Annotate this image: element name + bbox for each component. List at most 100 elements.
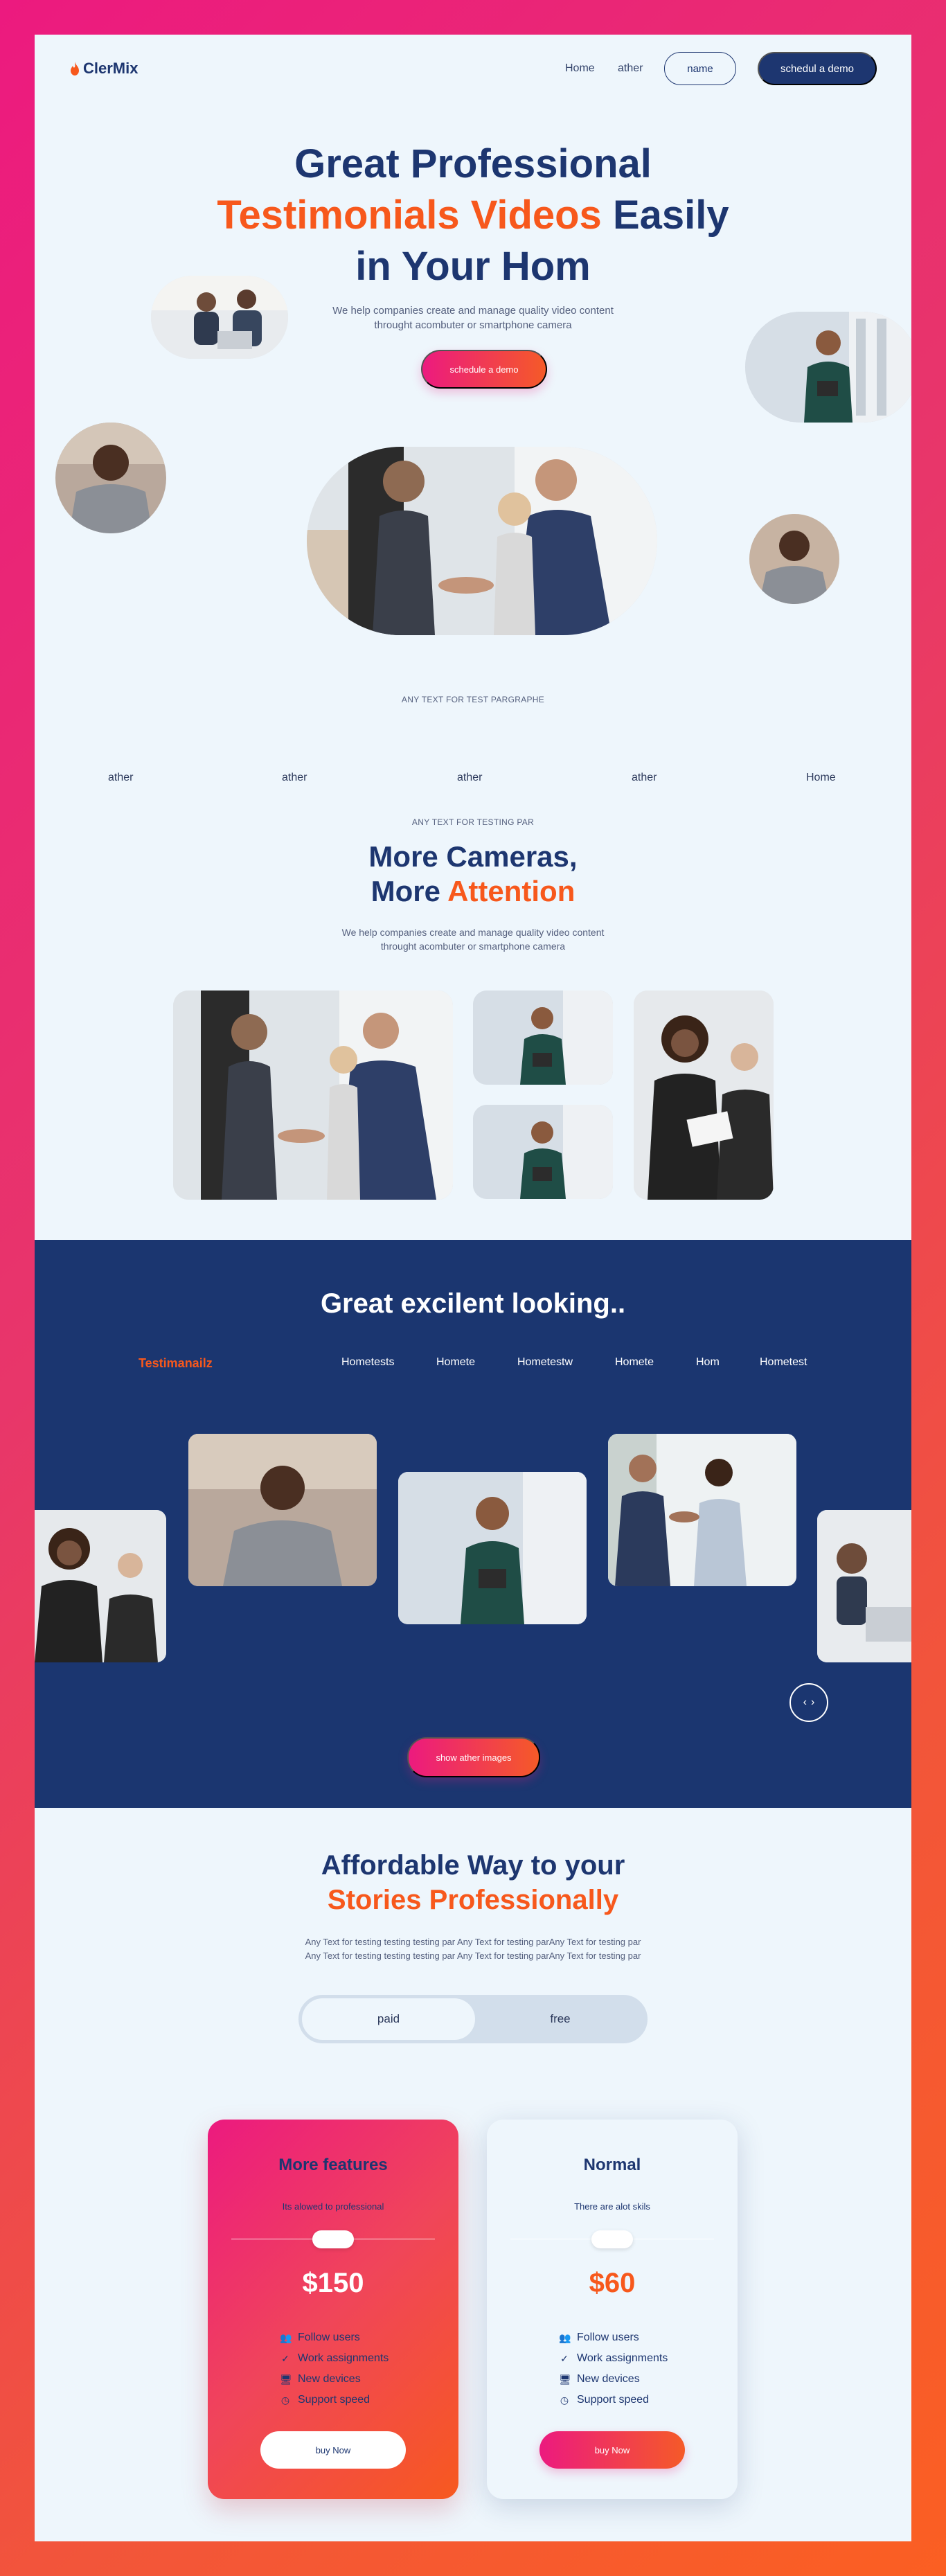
plan-price: $60 [589,2268,636,2298]
monitor-icon: 🖥 [280,2374,292,2385]
hero-title-accent: Testimonials Videos [217,193,602,238]
plan-note: There are alot skils [574,2201,650,2212]
plan-card-normal: Normal There are alot skils $60 👥 Follow … [487,2120,738,2499]
monitor-icon: 🖥 [559,2374,571,2385]
feature-label: Follow users [577,2331,639,2343]
photo-laptop-team [151,276,288,359]
hero-title-line2-rest: Easily [601,193,729,238]
plan-name: Normal [583,2156,641,2174]
testimonials-brand[interactable]: Testimanailz [139,1356,213,1371]
feature-row: 👥 Follow users [559,2327,668,2348]
plan-features: 👥 Follow users ✓ Work assignments 🖥 New dev… [559,2327,668,2410]
hero-caption: ANY TEXT FOR TEST PARGRAPHE [401,695,545,704]
carousel-nav[interactable]: ‹ › [789,1683,828,1722]
hero-subtitle-line1: We help companies create and manage qual… [332,305,614,317]
feature-row: 🖥 New devices [280,2369,389,2390]
plan-toggle[interactable]: paid free [298,1995,648,2043]
carousel-card-women[interactable] [35,1510,166,1662]
cameras-title: More Cameras, More Attention [265,840,681,909]
testimonials-section: Great excilent looking.. Testimanailz Ho… [35,1240,911,1808]
band-link-homete-2[interactable]: Homete [615,1356,654,1369]
hero-subtitle-line2: throught acombuter or smartphone camera [374,319,572,331]
band-link-hometest[interactable]: Hometest [760,1356,807,1369]
photo-handshake-hero [307,447,657,635]
check-icon: ✓ [281,2353,289,2364]
feature-row: 🖥 New devices [559,2369,668,2390]
feature-row: 👥 Follow users [280,2327,389,2348]
band-link-hometests[interactable]: Hometests [341,1356,394,1369]
photo-man-hoodie-left [55,423,166,533]
cameras-subtitle-line2: throught acombuter or smartphone camera [380,941,566,952]
clock-icon: ◷ [560,2395,569,2406]
page: ClerMix Home ather name schedul a demo G… [35,35,911,2541]
cameras-title-line2: More [371,875,448,907]
testimonials-title: Great excilent looking.. [320,1288,626,1319]
feature-label: Follow users [298,2331,360,2343]
toggle-free[interactable]: free [475,1998,645,2040]
carousel-card-laptop[interactable] [817,1510,911,1662]
feature-label: Work assignments [577,2352,668,2364]
name-button[interactable]: name [664,52,736,85]
chevron-left-icon[interactable]: ‹ [803,1696,807,1709]
toggle-paid[interactable]: paid [302,1998,475,2040]
plan-slider-knob[interactable] [591,2230,633,2248]
logo-text: ClerMix [83,60,139,77]
cameras-subtitle: We help companies create and manage qual… [300,925,646,953]
pricing-title: Affordable Way to your Stories Professio… [265,1848,681,1917]
buy-now-button[interactable]: buy Now [260,2431,406,2469]
carousel-card-man-tablet[interactable] [398,1472,587,1624]
plan-name: More features [278,2156,388,2174]
hero-subtitle: We help companies create and manage qual… [300,303,646,332]
hero-title-line3: in Your Hom [355,244,591,289]
pricing-subtitle-line1: Any Text for testing testing testing par… [305,1937,641,1947]
photo-man-hoodie-right [749,514,839,604]
tab-home[interactable]: Home [806,772,836,784]
feature-row: ◷ Support speed [280,2390,389,2410]
show-other-images-button[interactable]: show ather images [407,1737,540,1777]
schedule-demo-button[interactable]: schedul a demo [758,52,877,85]
pricing-title-line2: Stories Professionally [327,1885,619,1915]
band-link-homete-1[interactable]: Homete [436,1356,475,1369]
users-icon: 👥 [559,2332,571,2343]
plan-card-more-features: More features Its alowed to professional… [208,2120,458,2499]
photo-man-tablet-grid-2 [473,1105,613,1199]
hero-title-line1: Great Professional [294,141,652,186]
photo-handshake-grid [173,991,453,1200]
pricing-title-line1: Affordable Way to your [321,1850,625,1881]
tab-ather-4[interactable]: ather [632,772,657,784]
flame-icon [71,62,79,75]
logo[interactable]: ClerMix [69,60,138,78]
photo-women-documents [634,991,774,1200]
nav-home[interactable]: Home [565,62,595,75]
cameras-title-accent: Attention [447,875,575,907]
cameras-title-line1: More Cameras, [368,840,578,873]
buy-now-button[interactable]: buy Now [539,2431,685,2469]
plan-slider-knob[interactable] [312,2230,354,2248]
tab-ather-1[interactable]: ather [108,772,133,784]
pricing-subtitle-line2: Any Text for testing testing testing par… [305,1951,641,1961]
carousel-card-handshake[interactable] [608,1434,796,1586]
feature-row: ◷ Support speed [559,2390,668,2410]
tab-ather-2[interactable]: ather [282,772,307,784]
chevron-right-icon[interactable]: › [811,1696,814,1709]
feature-row: ✓ Work assignments [280,2348,389,2369]
band-link-hometestw[interactable]: Hometestw [517,1356,573,1369]
plan-price: $150 [302,2268,364,2298]
feature-label: Support speed [577,2394,650,2406]
carousel-card-man-hoodie[interactable] [188,1434,377,1586]
plan-features: 👥 Follow users ✓ Work assignments 🖥 New dev… [280,2327,389,2410]
hero-title: Great Professional Testimonials Videos E… [161,139,785,292]
feature-label: New devices [298,2373,361,2385]
plan-note: Its alowed to professional [282,2201,384,2212]
feature-label: Support speed [298,2394,371,2406]
cameras-eyebrow: ANY TEXT FOR TESTING PAR [411,817,535,827]
users-icon: 👥 [280,2332,292,2343]
photo-man-tablet-grid-1 [473,991,613,1085]
pricing-subtitle: Any Text for testing testing testing par… [231,1935,715,1963]
nav-ather[interactable]: ather [618,62,643,75]
tab-ather-3[interactable]: ather [457,772,482,784]
hero-schedule-button[interactable]: schedule a demo [421,350,547,389]
feature-label: Work assignments [298,2352,389,2364]
band-link-hom[interactable]: Hom [696,1356,720,1369]
feature-row: ✓ Work assignments [559,2348,668,2369]
